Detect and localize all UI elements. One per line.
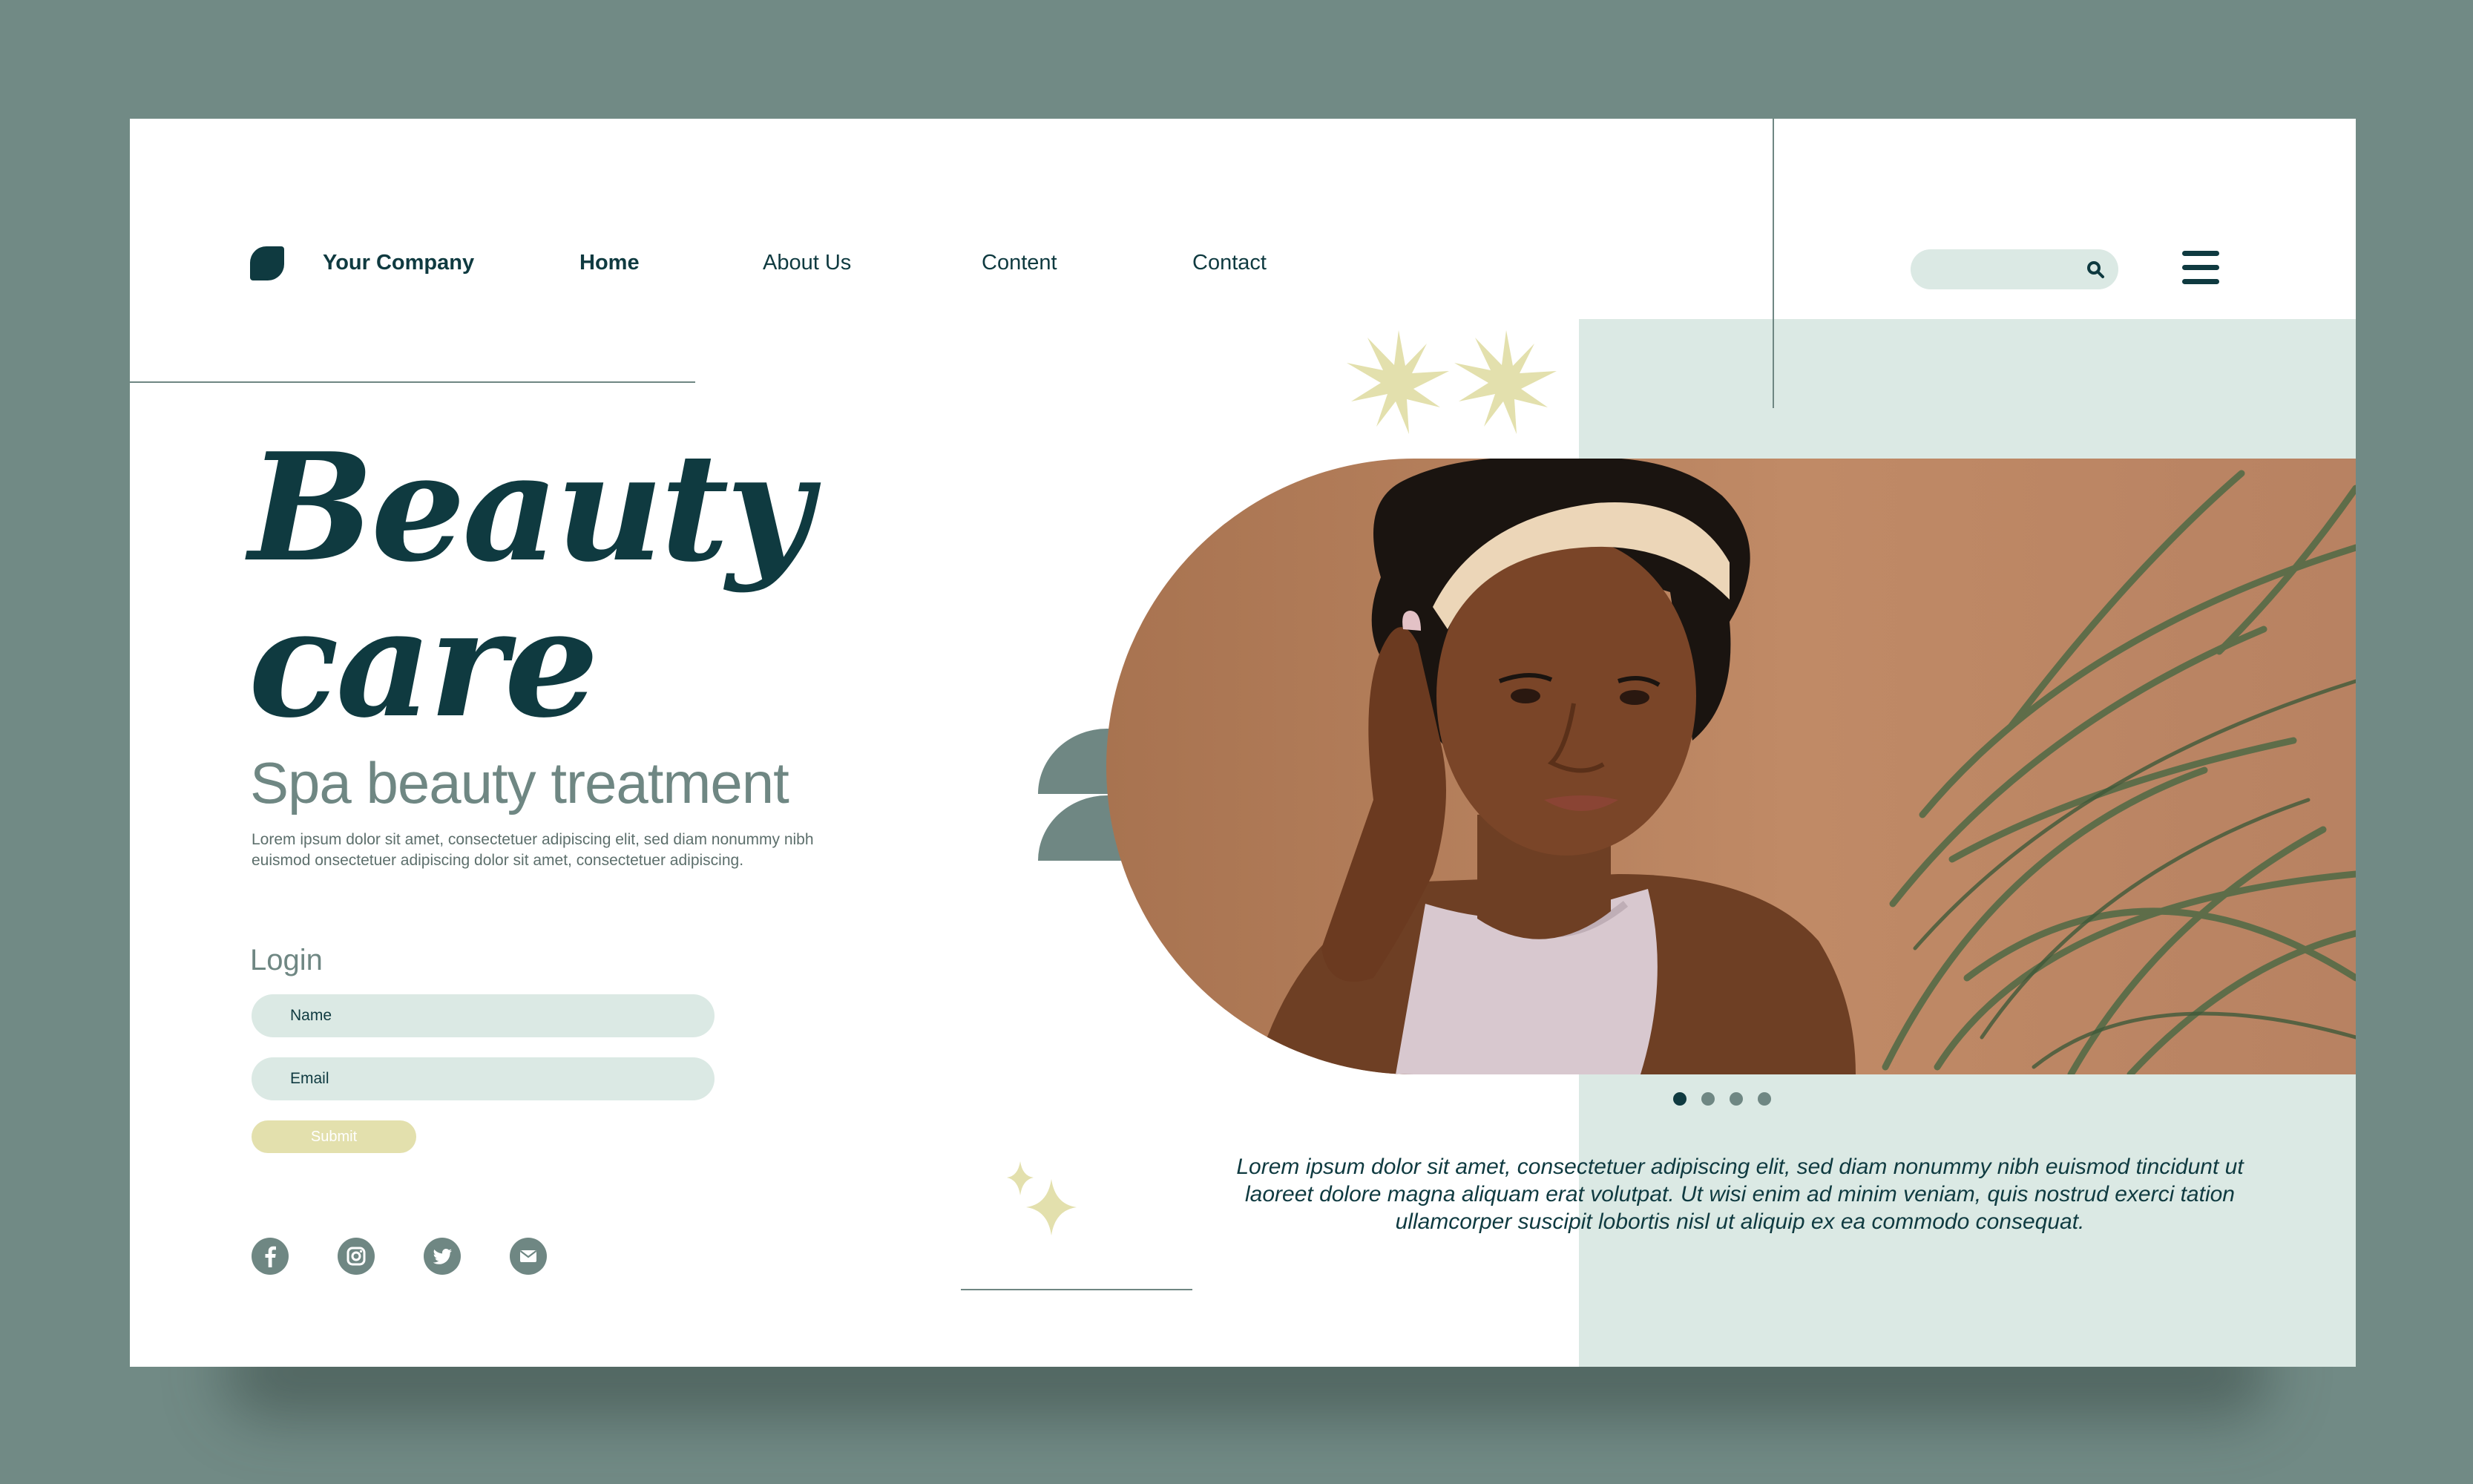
carousel-dot-2[interactable] [1701, 1092, 1715, 1106]
carousel-dots [1673, 1092, 1786, 1109]
nav-home[interactable]: Home [579, 251, 640, 275]
email-icon[interactable] [510, 1238, 547, 1275]
company-logo-icon[interactable] [250, 246, 284, 280]
name-field[interactable] [252, 994, 715, 1037]
hero-title: Beauty care [249, 430, 812, 742]
company-name[interactable]: Your Company [323, 251, 474, 275]
email-field[interactable] [252, 1057, 715, 1100]
nav-about-us[interactable]: About Us [763, 251, 851, 275]
burst-star-icons [1347, 330, 1557, 434]
hero-title-line-2: care [249, 577, 599, 751]
hero-caption: Lorem ipsum dolor sit amet, consectetuer… [1236, 1155, 2244, 1234]
vertical-divider [1773, 119, 1774, 408]
hero-description: Lorem ipsum dolor sit amet, consectetuer… [252, 831, 814, 869]
hero-subtitle: Spa beauty treatment [250, 750, 789, 815]
landing-page: Your Company Home About Us Content Conta… [130, 119, 2356, 1367]
carousel-dot-4[interactable] [1758, 1092, 1771, 1106]
nav-content[interactable]: Content [982, 251, 1057, 275]
hero-title-line-1: Beauty [249, 421, 812, 595]
horizontal-divider-bottom [961, 1289, 1192, 1290]
nav-contact[interactable]: Contact [1192, 251, 1267, 275]
login-title: Login [250, 944, 323, 976]
twitter-icon[interactable] [424, 1238, 461, 1275]
facebook-icon[interactable] [252, 1238, 289, 1275]
carousel-dot-1[interactable] [1673, 1092, 1687, 1106]
submit-button[interactable]: Submit [252, 1120, 416, 1153]
horizontal-divider-left [130, 381, 695, 383]
search-icon[interactable] [2086, 260, 2105, 279]
instagram-icon[interactable] [338, 1238, 375, 1275]
carousel-dot-3[interactable] [1730, 1092, 1743, 1106]
hero-photo [1106, 459, 2356, 1074]
sparkle-star-icons [1007, 1161, 1077, 1235]
hamburger-menu-icon[interactable] [2182, 251, 2219, 285]
